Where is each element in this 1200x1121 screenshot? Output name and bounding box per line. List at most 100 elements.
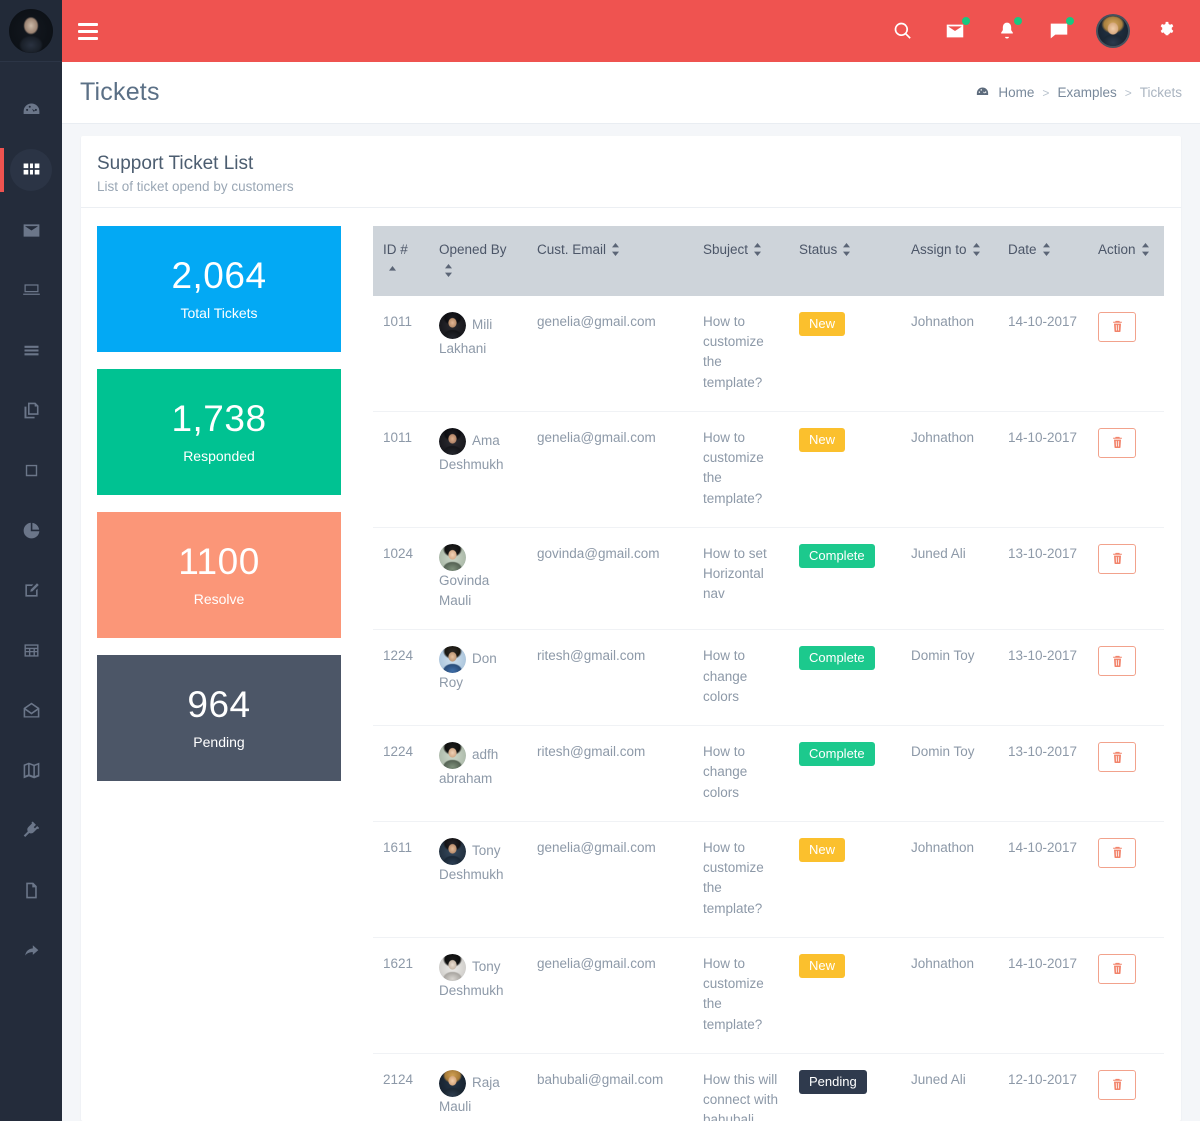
cell-subject: How to customize the template? bbox=[693, 821, 789, 938]
map-icon bbox=[23, 762, 39, 778]
trash-icon bbox=[1112, 1079, 1122, 1091]
table-row[interactable]: 1024 Govinda Mauli govinda@gmail.com How to… bbox=[373, 527, 1164, 631]
delete-ticket-button[interactable] bbox=[1098, 543, 1136, 574]
sort-toggle-icon[interactable] bbox=[753, 242, 762, 256]
sidebar-item-maps[interactable] bbox=[0, 740, 62, 800]
sidebar-item-email-templates[interactable] bbox=[0, 680, 62, 740]
stat-value: 1100 bbox=[178, 541, 260, 583]
cell-id: 1621 bbox=[373, 937, 429, 1054]
sort-toggle-icon[interactable] bbox=[1141, 242, 1150, 256]
table-header-date[interactable]: Date bbox=[998, 226, 1088, 296]
sidebar-item-plugins[interactable] bbox=[0, 800, 62, 860]
gear-icon[interactable] bbox=[1152, 16, 1182, 46]
sort-toggle-icon[interactable] bbox=[972, 242, 981, 256]
trash-icon bbox=[1112, 847, 1122, 859]
sidebar-item-widgets[interactable] bbox=[0, 440, 62, 500]
sidebar-item-tables[interactable] bbox=[0, 620, 62, 680]
sort-toggle-icon[interactable] bbox=[444, 263, 453, 277]
file-icon bbox=[25, 882, 37, 898]
stat-label: Resolve bbox=[193, 590, 245, 607]
table-row[interactable]: 1011 Ama Deshmukh genelia@gmail.com How to … bbox=[373, 411, 1164, 528]
plug-icon bbox=[10, 809, 52, 851]
stat-label: Pending bbox=[193, 733, 245, 750]
layers-copy-icon bbox=[10, 389, 52, 431]
mail-icon[interactable] bbox=[940, 16, 970, 46]
sort-asc-icon[interactable] bbox=[388, 264, 397, 277]
sidebar-user-avatar[interactable] bbox=[9, 8, 53, 53]
stat-value: 1,738 bbox=[171, 398, 267, 440]
trash-icon bbox=[1112, 437, 1122, 449]
table-grid-icon bbox=[10, 629, 52, 671]
table-row[interactable]: 1011 Mili Lakhani genelia@gmail.com How to … bbox=[373, 295, 1164, 412]
cell-opened-by: Govinda Mauli bbox=[429, 527, 527, 631]
sidebar-item-mail[interactable] bbox=[0, 200, 62, 260]
sort-toggle-icon[interactable] bbox=[842, 242, 851, 256]
cell-subject: How to customize the template? bbox=[693, 937, 789, 1054]
stat-label: Total Tickets bbox=[180, 304, 258, 321]
list-lines-icon bbox=[10, 329, 52, 371]
delete-ticket-button[interactable] bbox=[1098, 427, 1136, 458]
sidebar-item-menu-levels[interactable] bbox=[0, 320, 62, 380]
delete-ticket-button[interactable] bbox=[1098, 953, 1136, 984]
avatar-image bbox=[439, 427, 466, 455]
status-badge: New bbox=[799, 311, 846, 336]
table-header-subject[interactable]: Sbuject bbox=[693, 226, 789, 296]
table-header-assign_to[interactable]: Assign to bbox=[901, 226, 998, 296]
table-header-email[interactable]: Cust. Email bbox=[527, 226, 693, 296]
table-header-id[interactable]: ID # bbox=[373, 226, 429, 296]
table-header-opened_by[interactable]: Opened By bbox=[429, 226, 527, 296]
delete-ticket-button[interactable] bbox=[1098, 742, 1136, 773]
table-row[interactable]: 1611 Tony Deshmukh genelia@gmail.com How to… bbox=[373, 821, 1164, 938]
card-body: 2,064 Total Tickets 1,738 Responded 1100 Reso… bbox=[81, 208, 1181, 1121]
cell-date: 13-10-2017 bbox=[998, 629, 1088, 727]
cell-date: 12-10-2017 bbox=[1008, 1071, 1078, 1087]
sidebar-item-dashboard[interactable] bbox=[0, 80, 62, 140]
avatar-image bbox=[439, 953, 466, 981]
menu-toggle-button[interactable] bbox=[78, 17, 106, 45]
breadcrumb-item-examples[interactable]: Examples bbox=[1057, 85, 1116, 100]
sidebar-header bbox=[0, 0, 62, 62]
page-content: Support Ticket List List of ticket opend… bbox=[62, 124, 1200, 1121]
profile-avatar[interactable] bbox=[1096, 14, 1130, 48]
cell-date: 14-10-2017 bbox=[998, 821, 1088, 938]
chat-icon[interactable] bbox=[1044, 16, 1074, 46]
table-header-status[interactable]: Status bbox=[789, 226, 901, 296]
cell-email: ritesh@gmail.com bbox=[527, 629, 693, 727]
breadcrumb-item-home[interactable]: Home bbox=[998, 85, 1034, 100]
cell-subject: How to change colors bbox=[693, 629, 789, 727]
cell-id: 1611 bbox=[373, 821, 429, 938]
table-row[interactable]: 1621 Tony Deshmukh genelia@gmail.com How to… bbox=[373, 937, 1164, 1054]
bell-icon[interactable] bbox=[992, 16, 1022, 46]
stat-card-list: 2,064 Total Tickets 1,738 Responded 1100 Reso… bbox=[97, 226, 341, 1121]
sidebar-item-forms[interactable] bbox=[0, 560, 62, 620]
cell-id: 1224 bbox=[373, 725, 429, 822]
table-row[interactable]: 2124 Raja Mauli bahubali@gmail.com How this… bbox=[373, 1053, 1164, 1121]
delete-ticket-button[interactable] bbox=[1098, 311, 1136, 342]
table-row[interactable]: 1224 Don Roy ritesh@gmail.com How to change… bbox=[373, 629, 1164, 727]
sidebar-item-pages[interactable] bbox=[0, 860, 62, 920]
sort-toggle-icon[interactable] bbox=[1042, 242, 1051, 256]
cell-action bbox=[1088, 937, 1164, 1054]
tickets-table: ID # Opened By Cust. Email Sbuject Status Ass… bbox=[373, 226, 1164, 1121]
cell-opened-by: Tony Deshmukh bbox=[429, 821, 527, 938]
delete-ticket-button[interactable] bbox=[1098, 1069, 1136, 1100]
sidebar-item-charts[interactable] bbox=[0, 500, 62, 560]
sidebar-item-extra[interactable] bbox=[0, 920, 62, 980]
cell-email: genelia@gmail.com bbox=[527, 295, 693, 412]
cell-subject: How to set Horizontal nav bbox=[693, 527, 789, 631]
hamburger-line bbox=[78, 36, 98, 40]
delete-ticket-button[interactable] bbox=[1098, 837, 1136, 868]
stat-card-responded: 1,738 Responded bbox=[97, 369, 341, 495]
pie-chart-icon bbox=[23, 522, 39, 538]
sidebar-item-components[interactable] bbox=[0, 380, 62, 440]
share-arrow-icon bbox=[10, 929, 52, 971]
sidebar-item-apps[interactable] bbox=[0, 140, 62, 200]
card-title: Support Ticket List bbox=[97, 153, 254, 174]
search-icon[interactable] bbox=[888, 16, 918, 46]
table-row[interactable]: 1224 adfh abraham ritesh@gmail.com How to c… bbox=[373, 725, 1164, 822]
table-header-action[interactable]: Action bbox=[1088, 226, 1164, 296]
sort-toggle-icon[interactable] bbox=[611, 242, 620, 256]
sidebar-item-ui-kit[interactable] bbox=[0, 260, 62, 320]
map-icon bbox=[10, 749, 52, 791]
delete-ticket-button[interactable] bbox=[1098, 646, 1136, 677]
